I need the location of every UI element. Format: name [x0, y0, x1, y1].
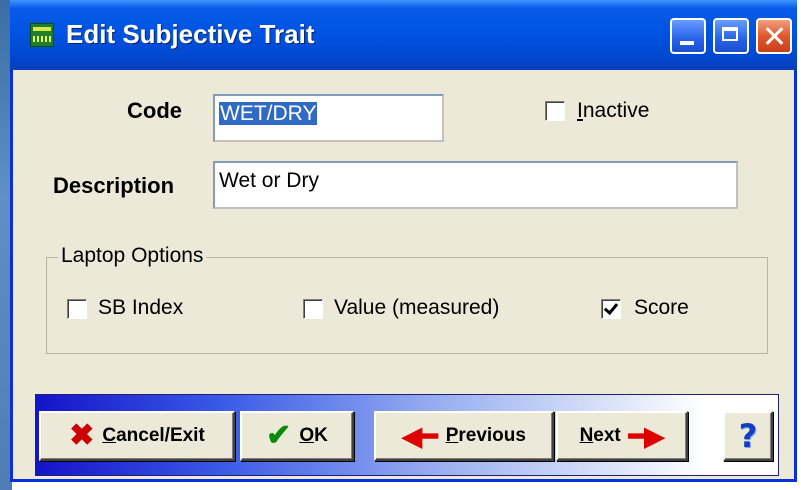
inactive-checkbox[interactable]	[545, 101, 565, 121]
next-button[interactable]: Next ━▶	[556, 411, 688, 461]
code-value: WET/DRY	[219, 102, 318, 125]
maximize-button[interactable]	[713, 18, 749, 54]
help-icon: ?	[738, 417, 758, 455]
laptop-options-legend: Laptop Options	[58, 244, 207, 268]
sb-index-label[interactable]: SB Index	[98, 296, 183, 320]
description-label: Description	[53, 173, 175, 198]
arrow-left-icon: ◀━	[402, 421, 438, 451]
code-field[interactable]: WET/DRY	[213, 94, 444, 142]
value-measured-checkbox[interactable]	[303, 299, 323, 319]
description-field[interactable]: Wet or Dry	[213, 161, 738, 209]
title-bar[interactable]: Edit Subjective Trait	[10, 0, 797, 70]
sb-index-checkbox[interactable]	[67, 299, 87, 319]
app-icon	[30, 23, 54, 47]
edit-subjective-trait-dialog: Edit Subjective Trait Code WET/DRY Inact…	[10, 0, 797, 482]
inactive-label[interactable]: Inactive	[577, 99, 649, 123]
help-button[interactable]: ?	[723, 411, 773, 461]
previous-button[interactable]: ◀━ Previous	[374, 411, 554, 461]
ok-label: OK	[299, 425, 328, 446]
next-label: Next	[579, 425, 621, 446]
score-label[interactable]: Score	[634, 296, 689, 320]
value-measured-label[interactable]: Value (measured)	[334, 296, 499, 320]
cancel-exit-button[interactable]: ✖ Cancel/Exit	[39, 411, 235, 461]
window-title: Edit Subjective Trait	[66, 19, 315, 49]
arrow-right-icon: ━▶	[628, 421, 665, 451]
x-icon: ✖	[69, 419, 95, 452]
previous-label: Previous	[445, 425, 526, 446]
score-checkbox[interactable]	[601, 299, 621, 319]
description-value: Wet or Dry	[219, 169, 319, 192]
code-label: Code	[127, 98, 182, 123]
ok-button[interactable]: ✔ OK	[240, 411, 354, 461]
cancel-exit-label: Cancel/Exit	[102, 425, 205, 446]
checkmark-icon: ✔	[266, 419, 292, 452]
close-button[interactable]	[756, 18, 792, 54]
minimize-button[interactable]	[670, 18, 706, 54]
